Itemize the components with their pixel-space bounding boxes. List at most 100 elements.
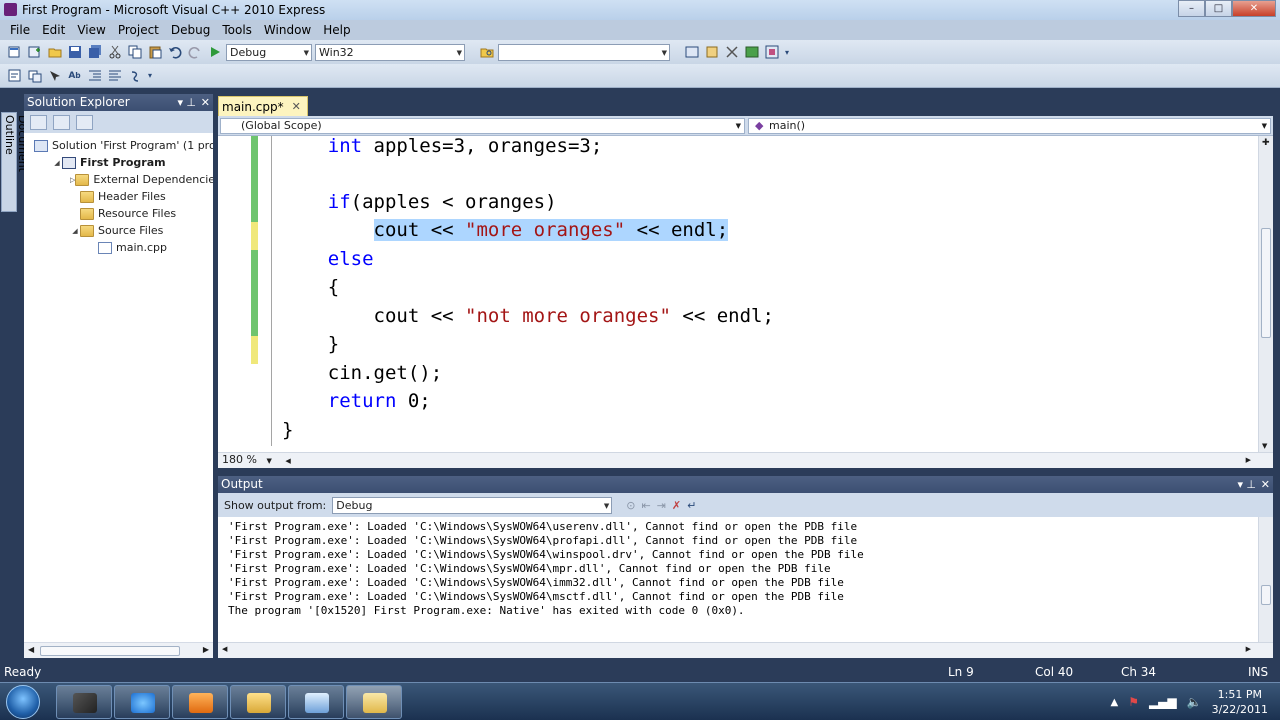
scroll-thumb[interactable]	[40, 646, 180, 656]
cut-icon[interactable]	[106, 44, 123, 61]
tree-item[interactable]: ◢ Source Files	[24, 222, 213, 239]
output-source-combo[interactable]: Debug ▼	[332, 496, 613, 514]
menu-window[interactable]: Window	[258, 23, 317, 37]
scroll-left-icon[interactable]: ◀	[285, 457, 290, 465]
start-debugging-icon[interactable]	[206, 44, 223, 61]
menu-project[interactable]: Project	[112, 23, 165, 37]
taskbar-internet-explorer-icon[interactable]	[114, 685, 170, 719]
split-icon[interactable]: ✚	[1262, 138, 1270, 148]
clock[interactable]: 1:51 PM 3/22/2011	[1212, 687, 1268, 717]
close-button[interactable]: ✕	[1232, 0, 1276, 17]
close-panel-icon[interactable]: ✕	[1261, 476, 1270, 493]
tab-main-cpp[interactable]: main.cpp* ✕	[218, 96, 308, 116]
uncomment-icon[interactable]	[126, 67, 143, 84]
toolbar-options-icon[interactable]: ▾	[146, 67, 154, 84]
menu-debug[interactable]: Debug	[165, 23, 216, 37]
taskbar-visual-cpp-icon[interactable]	[346, 685, 402, 719]
clear-all-icon[interactable]: ✗	[672, 499, 681, 512]
previous-message-icon[interactable]: ⇤	[641, 499, 650, 512]
find-message-icon[interactable]: ⊙	[626, 499, 635, 512]
taskbar-media-player-icon[interactable]	[172, 685, 228, 719]
output-horizontal-scrollbar[interactable]: ◀ ▶	[218, 642, 1273, 658]
show-all-files-icon[interactable]	[30, 114, 47, 130]
minimize-button[interactable]: –	[1178, 0, 1205, 17]
quick-info-icon[interactable]	[46, 67, 63, 84]
properties-window-icon[interactable]	[703, 44, 720, 61]
save-icon[interactable]	[66, 44, 83, 61]
copy-icon[interactable]	[126, 44, 143, 61]
solution-platform-combo[interactable]: Win32 ▼	[315, 43, 465, 61]
refresh-icon[interactable]	[53, 114, 70, 130]
next-message-icon[interactable]: ⇥	[657, 499, 666, 512]
show-hidden-icons-icon[interactable]: ▲	[1110, 697, 1118, 708]
taskbar-pen-tool-icon[interactable]	[288, 685, 344, 719]
extension-manager-icon[interactable]	[763, 44, 780, 61]
scroll-right-icon[interactable]: ▶	[203, 645, 209, 654]
tree-item[interactable]: ▷ External Dependencies	[24, 171, 213, 188]
taskbar-explorer-icon[interactable]	[230, 685, 286, 719]
close-tab-icon[interactable]: ✕	[292, 100, 301, 113]
tree-item[interactable]: Header Files	[24, 188, 213, 205]
tree-item[interactable]: Solution 'First Program' (1 proje	[24, 137, 213, 154]
add-item-icon[interactable]	[26, 44, 43, 61]
output-text[interactable]: 'First Program.exe': Loaded 'C:\Windows\…	[228, 520, 864, 618]
code-text-area[interactable]: int apples=3, oranges=3; if(apples < ora…	[218, 136, 1258, 452]
parameter-info-icon[interactable]	[26, 67, 43, 84]
document-outline-tab[interactable]: Document Outline	[1, 112, 29, 212]
toolbox-icon[interactable]	[723, 44, 740, 61]
complete-word-icon[interactable]: Ab	[66, 67, 83, 84]
output-vertical-scrollbar[interactable]	[1258, 517, 1273, 642]
volume-icon[interactable]: 🔈	[1187, 695, 1202, 709]
display-object-member-list-icon[interactable]	[6, 67, 23, 84]
find-combo[interactable]: ▼	[498, 43, 670, 61]
toolbar-options-icon[interactable]: ▾	[783, 44, 791, 61]
tree-item[interactable]: Resource Files	[24, 205, 213, 222]
scroll-thumb[interactable]	[1261, 228, 1271, 338]
scroll-thumb[interactable]	[1261, 585, 1271, 605]
scroll-down-icon[interactable]: ▼	[1262, 442, 1267, 450]
indent-icon[interactable]	[86, 67, 103, 84]
expand-toggle-icon[interactable]: ◢	[70, 227, 80, 235]
menu-help[interactable]: Help	[317, 23, 356, 37]
tree-item[interactable]: main.cpp	[24, 239, 213, 256]
scroll-right-icon[interactable]: ▶	[1246, 645, 1251, 653]
maximize-button[interactable]: □	[1205, 0, 1232, 17]
comment-out-icon[interactable]	[106, 67, 123, 84]
auto-hide-pin-icon[interactable]: ⊥	[1246, 476, 1256, 493]
scroll-left-icon[interactable]: ◀	[28, 645, 34, 654]
network-icon[interactable]: ▂▄▆	[1149, 695, 1177, 709]
save-all-icon[interactable]	[86, 44, 103, 61]
start-button-icon[interactable]	[6, 685, 40, 719]
menu-tools[interactable]: Tools	[216, 23, 258, 37]
auto-hide-pin-icon[interactable]: ⊥	[186, 94, 196, 111]
function-combo[interactable]: ◆ main() ▼	[748, 118, 1271, 134]
expand-toggle-icon[interactable]: ◢	[52, 159, 62, 167]
menu-file[interactable]: File	[4, 23, 36, 37]
properties-icon[interactable]	[76, 114, 93, 130]
close-panel-icon[interactable]: ✕	[201, 94, 210, 111]
find-in-files-icon[interactable]	[478, 44, 495, 61]
solution-configuration-combo[interactable]: Debug ▼	[226, 43, 312, 61]
menu-view[interactable]: View	[71, 23, 111, 37]
toggle-word-wrap-icon[interactable]: ↵	[687, 499, 696, 512]
menu-edit[interactable]: Edit	[36, 23, 71, 37]
scroll-left-icon[interactable]: ◀	[222, 645, 227, 653]
window-position-dropdown-icon[interactable]: ▾	[177, 94, 183, 111]
zoom-level[interactable]: 180 %	[222, 453, 257, 466]
taskbar-pen-app-icon[interactable]	[56, 685, 112, 719]
undo-icon[interactable]	[166, 44, 183, 61]
solution-explorer-icon[interactable]	[683, 44, 700, 61]
chevron-down-icon[interactable]: ▼	[266, 457, 271, 465]
redo-icon[interactable]	[186, 44, 203, 61]
action-center-icon[interactable]: ⚑	[1128, 695, 1139, 709]
paste-icon[interactable]	[146, 44, 163, 61]
open-file-icon[interactable]	[46, 44, 63, 61]
start-page-icon[interactable]	[743, 44, 760, 61]
new-project-icon[interactable]	[6, 44, 23, 61]
tree-item[interactable]: ◢ First Program	[24, 154, 213, 171]
window-position-dropdown-icon[interactable]: ▾	[1237, 476, 1243, 493]
horizontal-scrollbar[interactable]: ◀ ▶	[24, 642, 213, 658]
scope-combo[interactable]: (Global Scope) ▼	[220, 118, 745, 134]
scroll-right-icon[interactable]: ▶	[1246, 453, 1251, 467]
vertical-scrollbar[interactable]: ✚ ▼	[1258, 136, 1273, 452]
